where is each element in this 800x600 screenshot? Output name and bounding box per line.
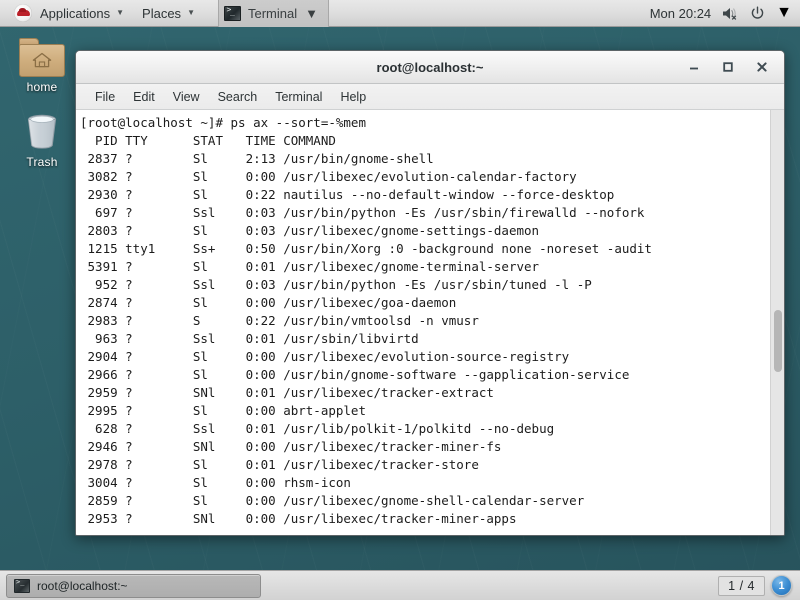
terminal-body[interactable]: [root@localhost ~]# ps ax --sort=-%mem P…	[76, 110, 784, 535]
terminal-prompt-line: [root@localhost ~]# ps ax --sort=-%mem	[80, 115, 366, 130]
terminal-icon	[223, 5, 241, 21]
home-folder-icon	[19, 38, 65, 77]
terminal-process-line: 5391 ? Sl 0:01 /usr/libexec/gnome-termin…	[80, 259, 540, 274]
terminal-output[interactable]: [root@localhost ~]# ps ax --sort=-%mem P…	[76, 110, 770, 535]
menu-terminal[interactable]: Terminal	[266, 88, 331, 106]
power-icon[interactable]	[750, 6, 765, 21]
window-controls	[686, 59, 784, 75]
terminal-process-line: 2803 ? Sl 0:03 /usr/libexec/gnome-settin…	[80, 223, 540, 238]
places-menu[interactable]: Places ▼	[133, 0, 204, 27]
close-button[interactable]	[754, 59, 770, 75]
desktop-icon-trash[interactable]: Trash	[4, 110, 80, 169]
terminal-icon	[14, 578, 30, 593]
volume-muted-icon[interactable]	[722, 6, 739, 21]
terminal-process-line: 697 ? Ssl 0:03 /usr/bin/python -Es /usr/…	[80, 205, 645, 220]
taskbar-item-terminal[interactable]: root@localhost:~	[6, 573, 261, 598]
terminal-process-line: 2983 ? S 0:22 /usr/bin/vmtoolsd -n vmusr	[80, 313, 479, 328]
terminal-process-line: 952 ? Ssl 0:03 /usr/bin/python -Es /usr/…	[80, 277, 592, 292]
window-title: root@localhost:~	[376, 59, 484, 75]
terminal-window: root@localhost:~ File Edit View Search T…	[75, 50, 785, 536]
terminal-process-line: 1215 tty1 Ss+ 0:50 /usr/bin/Xorg :0 -bac…	[80, 241, 652, 256]
applications-menu[interactable]: Applications ▼	[0, 0, 133, 27]
terminal-process-line: 2859 ? Sl 0:00 /usr/libexec/gnome-shell-…	[80, 493, 585, 508]
chevron-down-icon: ▼	[116, 8, 125, 17]
menubar: File Edit View Search Terminal Help	[76, 84, 784, 110]
terminal-process-line: 963 ? Ssl 0:01 /usr/sbin/libvirtd	[80, 331, 419, 346]
chevron-down-icon: ▼	[187, 8, 195, 17]
workspace-count-label: 1 / 4	[718, 575, 765, 596]
terminal-scrollbar[interactable]	[770, 110, 784, 535]
panel-window-terminal-label: Terminal	[247, 5, 298, 21]
terminal-process-line: 2946 ? SNl 0:00 /usr/libexec/tracker-min…	[80, 439, 502, 454]
scrollbar-thumb[interactable]	[774, 310, 782, 372]
terminal-process-line: 2959 ? SNl 0:01 /usr/libexec/tracker-ext…	[80, 385, 494, 400]
redhat-logo-icon	[14, 4, 32, 22]
menu-help[interactable]: Help	[331, 88, 375, 106]
places-menu-label: Places	[142, 5, 182, 21]
terminal-process-line: 3004 ? Sl 0:00 rhsm-icon	[80, 475, 351, 490]
terminal-process-line: 2978 ? Sl 0:01 /usr/libexec/tracker-stor…	[80, 457, 479, 472]
trash-can-icon	[21, 110, 63, 152]
top-panel: Applications ▼ Places ▼ Terminal ▼ Mon 2…	[0, 0, 800, 27]
panel-window-terminal[interactable]: Terminal ▼	[217, 0, 329, 27]
terminal-header-line: PID TTY STAT TIME COMMAND	[80, 133, 336, 148]
taskbar-item-terminal-label: root@localhost:~	[37, 578, 128, 593]
chevron-down-icon[interactable]: ▼	[776, 4, 792, 22]
applications-menu-label: Applications	[40, 5, 111, 21]
workspace-switcher[interactable]: 1 / 4 1	[718, 575, 800, 596]
terminal-process-line: 2966 ? Sl 0:00 /usr/bin/gnome-software -…	[80, 367, 630, 382]
menu-view[interactable]: View	[164, 88, 209, 106]
minimize-button[interactable]	[686, 59, 702, 75]
window-titlebar[interactable]: root@localhost:~	[76, 51, 784, 84]
bottom-panel: root@localhost:~ 1 / 4 1	[0, 570, 800, 600]
terminal-process-line: 2995 ? Sl 0:00 abrt-applet	[80, 403, 366, 418]
panel-status-area: Mon 20:24 ▼	[650, 0, 800, 27]
menu-edit[interactable]: Edit	[124, 88, 164, 106]
terminal-process-line: 2904 ? Sl 0:00 /usr/libexec/evolution-so…	[80, 349, 570, 364]
desktop-icon-home[interactable]: home	[4, 38, 80, 94]
menu-file[interactable]: File	[86, 88, 124, 106]
desktop-icon-home-label: home	[26, 80, 58, 94]
terminal-process-line: 2837 ? Sl 2:13 /usr/bin/gnome-shell	[80, 151, 434, 166]
maximize-button[interactable]	[720, 59, 736, 75]
clock[interactable]: Mon 20:24	[650, 6, 711, 21]
terminal-process-line: 3082 ? Sl 0:00 /usr/libexec/evolution-ca…	[80, 169, 577, 184]
terminal-process-line: 2930 ? Sl 0:22 nautilus --no-default-win…	[80, 187, 615, 202]
terminal-process-line: 2953 ? SNl 0:00 /usr/libexec/tracker-min…	[80, 511, 517, 526]
workspace-badge[interactable]: 1	[771, 575, 792, 596]
menu-search[interactable]: Search	[209, 88, 267, 106]
desktop-icon-trash-label: Trash	[26, 155, 58, 169]
terminal-process-line: 628 ? Ssl 0:01 /usr/lib/polkit-1/polkitd…	[80, 421, 555, 436]
terminal-process-line: 2874 ? Sl 0:00 /usr/libexec/goa-daemon	[80, 295, 457, 310]
desktop: Applications ▼ Places ▼ Terminal ▼ Mon 2…	[0, 0, 800, 600]
chevron-down-icon: ▼	[305, 5, 318, 21]
